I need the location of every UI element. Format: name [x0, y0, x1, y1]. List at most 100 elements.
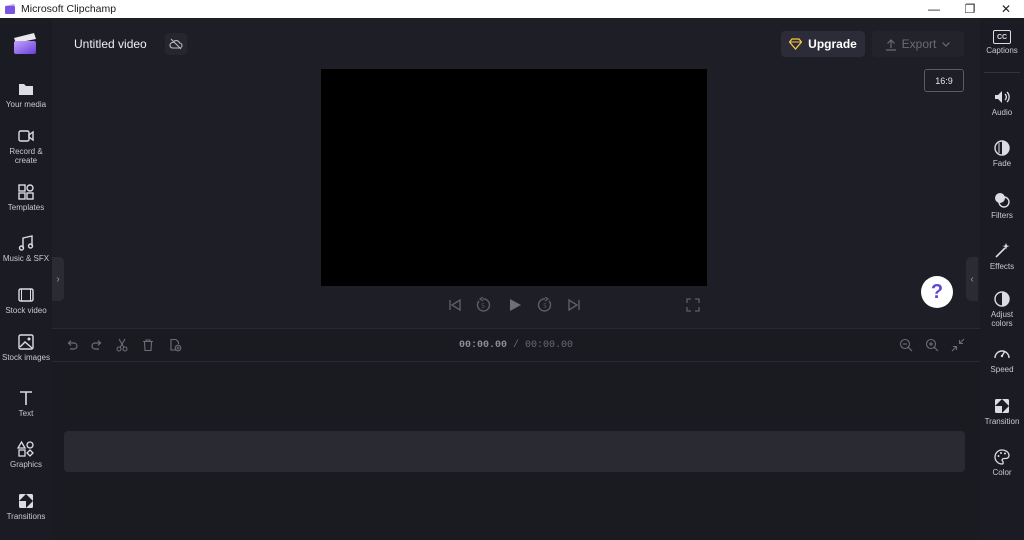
rewind-5s-button[interactable]: 5	[475, 297, 491, 313]
transition-icon	[19, 494, 33, 508]
help-button[interactable]: ?	[921, 276, 953, 308]
play-button[interactable]	[507, 297, 523, 313]
aspect-ratio-button[interactable]: 16:9	[924, 69, 964, 92]
sidebar-item-label: Captions	[986, 46, 1018, 55]
fullscreen-icon	[686, 298, 700, 312]
time-separator: /	[506, 340, 525, 351]
sidebar-item-captions[interactable]: CC Captions	[980, 30, 1024, 56]
sidebar-item-speed[interactable]: Speed	[980, 345, 1024, 375]
skip-back-button[interactable]	[447, 297, 463, 313]
sidebar-item-stock-images[interactable]: Stock images	[0, 333, 52, 363]
svg-text:5: 5	[481, 303, 485, 310]
contrast-icon	[994, 291, 1010, 307]
divider	[984, 72, 1020, 73]
right-sidebar: CC Captions Audio Fade Filters Effects A…	[980, 18, 1024, 540]
sidebar-item-fade[interactable]: Fade	[980, 139, 1024, 169]
fullscreen-button[interactable]	[685, 297, 701, 313]
upload-icon	[885, 38, 896, 51]
export-label: Export	[901, 37, 937, 51]
captions-icon: CC	[993, 30, 1011, 44]
sidebar-item-audio[interactable]: Audio	[980, 88, 1024, 118]
filters-icon	[995, 193, 1010, 208]
film-icon	[18, 288, 34, 302]
skip-forward-button[interactable]	[566, 297, 582, 313]
project-title[interactable]: Untitled video	[66, 32, 155, 56]
zoom-out-icon	[899, 338, 913, 352]
clipchamp-logo	[14, 33, 36, 54]
sidebar-item-label: Fade	[992, 159, 1012, 168]
sidebar-item-color[interactable]: Color	[980, 448, 1024, 478]
svg-text:5: 5	[543, 303, 547, 310]
skip-back-icon	[449, 298, 461, 312]
sidebar-item-label: Text	[18, 409, 34, 418]
speedometer-icon	[994, 350, 1010, 359]
window-title: Microsoft Clipchamp	[21, 3, 117, 15]
cloud-sync-button[interactable]	[165, 33, 187, 55]
speaker-icon	[995, 91, 1010, 103]
sidebar-item-transitions[interactable]: Transitions	[0, 492, 52, 522]
sidebar-item-filters[interactable]: Filters	[980, 191, 1024, 221]
maximize-button[interactable]: ❐	[952, 0, 988, 18]
transition-icon	[995, 399, 1009, 413]
chevron-left-icon: ‹	[970, 273, 974, 285]
image-icon	[18, 334, 34, 350]
sidebar-item-label: Transition	[984, 417, 1020, 426]
sidebar-item-label: Color	[992, 468, 1012, 477]
sidebar-item-label: Filters	[991, 211, 1013, 220]
sidebar-item-stock-video[interactable]: Stock video	[0, 286, 52, 316]
zoom-out-button[interactable]	[898, 337, 914, 353]
video-preview[interactable]	[321, 69, 707, 286]
cloud-off-icon	[169, 38, 183, 50]
diamond-icon	[789, 38, 803, 50]
sidebar-item-templates[interactable]: Templates	[0, 183, 52, 213]
sidebar-item-text[interactable]: Text	[0, 389, 52, 419]
title-bar: Microsoft Clipchamp — ❐ ✕	[0, 0, 1024, 18]
collapse-arrows-icon	[951, 338, 965, 352]
sidebar-item-record-create[interactable]: Record & create	[0, 127, 52, 165]
sidebar-item-effects[interactable]: Effects	[980, 242, 1024, 272]
text-icon	[20, 391, 32, 405]
sidebar-item-music-sfx[interactable]: Music & SFX	[0, 234, 52, 264]
skip-forward-icon	[568, 298, 580, 312]
rewind-icon: 5	[476, 297, 491, 312]
export-button[interactable]: Export	[872, 31, 964, 57]
forward-5s-button[interactable]: 5	[537, 297, 553, 313]
sidebar-item-label: Record & create	[9, 147, 43, 165]
sidebar-item-label: Stock images	[1, 353, 51, 362]
sidebar-item-label: Transitions	[6, 512, 46, 521]
minimize-button[interactable]: —	[916, 0, 952, 18]
magic-wand-icon	[995, 243, 1010, 258]
current-time: 00:00.00	[458, 340, 507, 351]
time-readout: 00:00.00 / 00:00.00	[52, 340, 980, 351]
music-note-icon	[18, 235, 34, 251]
zoom-in-button[interactable]	[924, 337, 940, 353]
timeline-panel: 00:00.00 / 00:00.00	[52, 328, 980, 540]
sidebar-item-label: Audio	[991, 108, 1013, 117]
templates-icon	[18, 184, 34, 200]
sidebar-item-label: Effects	[989, 262, 1015, 271]
sidebar-item-label: Speed	[990, 365, 1014, 374]
sidebar-item-label: Templates	[7, 203, 45, 212]
clipchamp-app-icon	[5, 4, 15, 14]
chevron-right-icon: ›	[56, 273, 60, 285]
sidebar-item-label: Music & SFX	[2, 254, 50, 263]
sidebar-item-label: Adjust colors	[990, 310, 1014, 328]
sidebar-item-graphics[interactable]: Graphics	[0, 440, 52, 470]
fast-forward-icon: 5	[537, 297, 552, 312]
sidebar-item-label: Graphics	[9, 460, 42, 469]
upgrade-button[interactable]: Upgrade	[781, 31, 865, 57]
close-button[interactable]: ✕	[988, 0, 1024, 18]
left-panel-expand-handle[interactable]: ›	[52, 257, 64, 301]
timeline-track[interactable]	[64, 431, 965, 472]
sidebar-item-label: Your media	[5, 100, 47, 109]
left-sidebar: Your media Record & create Templates Mus…	[0, 18, 52, 540]
sidebar-item-label: Stock video	[5, 306, 47, 315]
fit-timeline-button[interactable]	[950, 337, 966, 353]
sidebar-item-your-media[interactable]: Your media	[0, 80, 52, 110]
upgrade-label: Upgrade	[808, 37, 857, 51]
folder-icon	[19, 84, 33, 95]
chevron-down-icon	[942, 42, 951, 47]
sidebar-item-adjust-colors[interactable]: Adjust colors	[980, 290, 1024, 328]
sidebar-item-transition[interactable]: Transition	[980, 397, 1024, 427]
right-panel-expand-handle[interactable]: ‹	[966, 257, 978, 301]
